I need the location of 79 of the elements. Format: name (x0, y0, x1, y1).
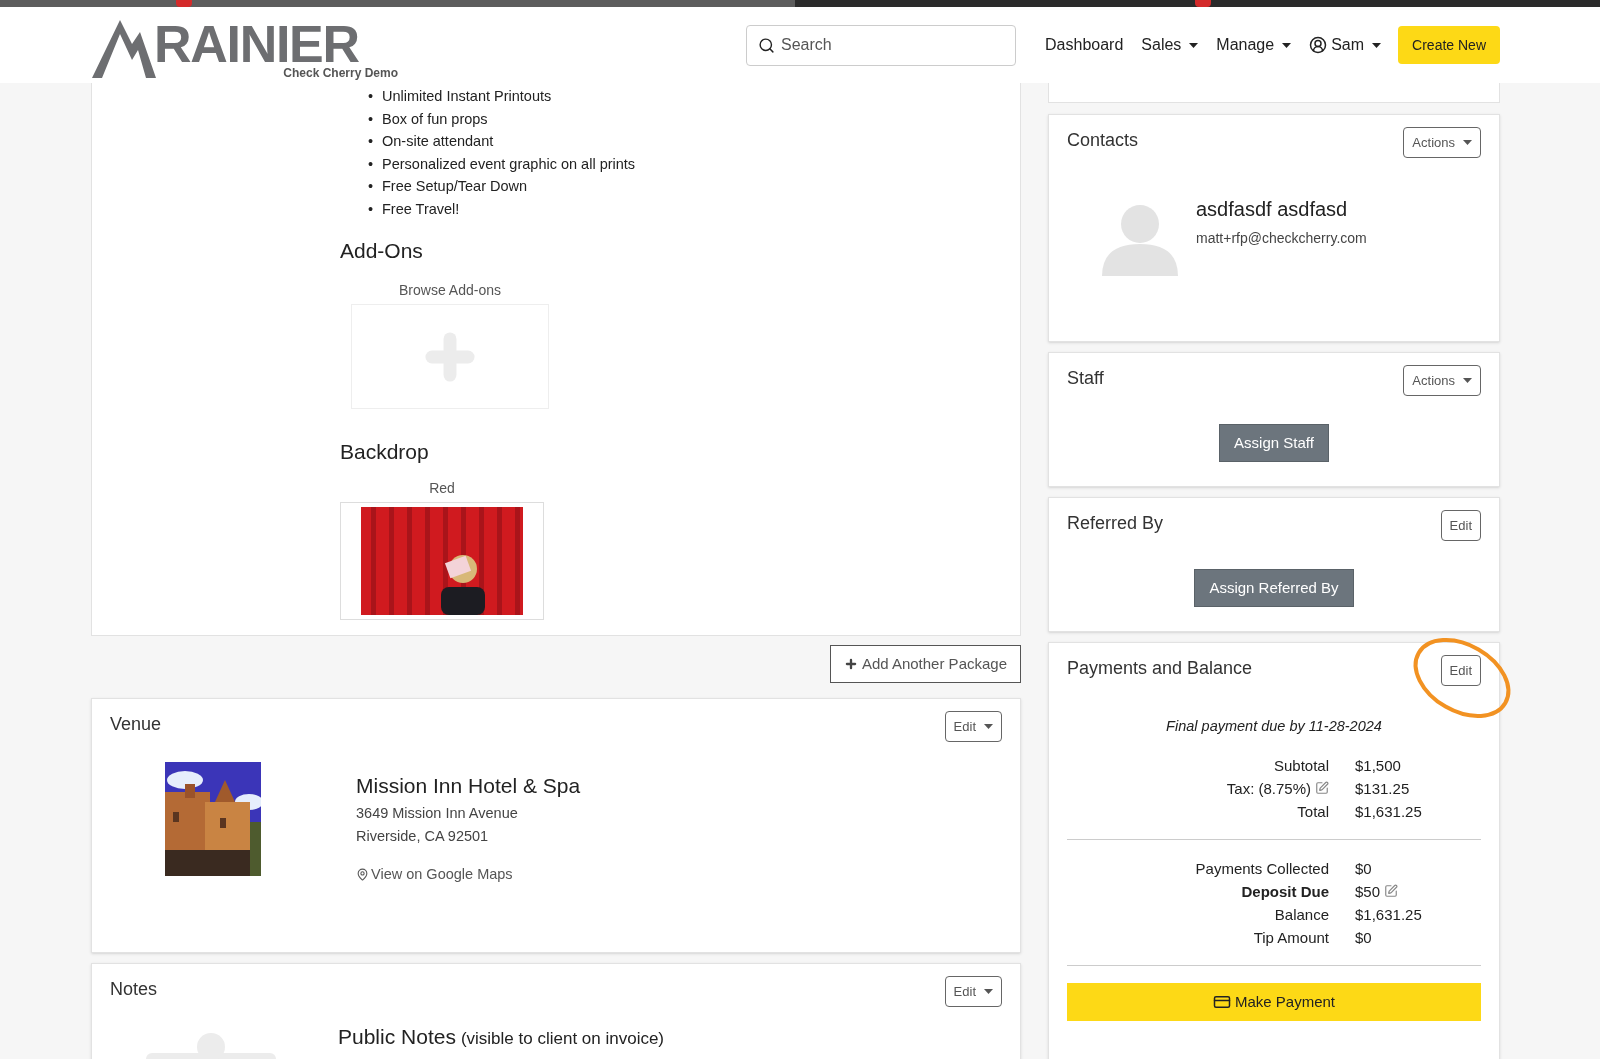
logo-subtitle: Check Cherry Demo (283, 65, 398, 82)
favicon-icon (176, 0, 192, 7)
backdrop-name: Red (429, 478, 455, 498)
section-heading: Backdrop (340, 439, 430, 466)
search-icon (758, 36, 776, 54)
feature-item: On-site attendant (382, 132, 494, 152)
amount-label: Tip Amount (1253, 927, 1329, 948)
list-bullet: • (368, 154, 375, 174)
user-menu[interactable]: Sam (1309, 33, 1382, 57)
assign-referred-by-button[interactable]: Assign Referred By (1194, 569, 1354, 607)
public-notes-hint: (visible to client on invoice) (460, 1029, 665, 1048)
caret-icon (1463, 378, 1472, 383)
venue-name: Mission Inn Hotel & Spa (356, 773, 581, 799)
caret-icon (984, 724, 993, 729)
amount-label: Total (1297, 801, 1329, 822)
venue-address: 3649 Mission Inn Avenue (356, 803, 519, 823)
caret-icon (1189, 42, 1199, 48)
edit-icon[interactable] (1384, 884, 1399, 899)
add-package-button[interactable]: Add Another Package (829, 645, 1021, 683)
caret-icon (1463, 140, 1472, 145)
caret-icon (1282, 42, 1292, 48)
venue-address: Riverside, CA 92501 (356, 826, 490, 846)
assign-staff-button[interactable]: Assign Staff (1219, 424, 1329, 462)
plus-icon (843, 657, 858, 671)
list-bullet: • (368, 177, 375, 197)
contact-name: asdfasdf asdfasd (1196, 197, 1349, 222)
edit-button[interactable]: Edit (1440, 655, 1481, 686)
backdrop-thumbnail[interactable] (340, 501, 544, 620)
amount-value: $50 (1355, 881, 1381, 902)
map-link[interactable]: View on Google Maps (356, 863, 581, 886)
amount-value: $0 (1355, 927, 1372, 948)
list-bullet: • (368, 199, 375, 219)
avatar-icon (1102, 204, 1178, 276)
user-icon (1309, 36, 1328, 54)
browse-addons-label: Browse Add-ons (399, 281, 501, 301)
feature-item: Box of fun props (382, 109, 488, 129)
edit-button[interactable]: Edit (1440, 510, 1481, 541)
due-note: Final payment due by 11-28-2024 (1165, 717, 1383, 736)
amount-value: $1,500 (1355, 755, 1401, 776)
feature-item: Free Setup/Tear Down (382, 177, 528, 197)
card-title: Contacts (1067, 129, 1139, 152)
search-field[interactable]: Search (746, 24, 1017, 66)
contact-email: matt+rfp@checkcherry.com (1196, 229, 1367, 248)
feature-item: Free Travel! (382, 199, 460, 219)
amount-value: $131.25 (1355, 778, 1410, 799)
make-payment-button[interactable]: Make Payment (1067, 982, 1481, 1021)
amount-label: Tax: (8.75%) (1226, 778, 1311, 799)
amount-value: $0 (1355, 858, 1372, 879)
edit-button[interactable]: Edit (944, 976, 1002, 1007)
amount-value: $1,631.25 (1355, 801, 1422, 822)
amount-value: $1,631.25 (1355, 904, 1422, 925)
list-bullet: • (368, 132, 375, 152)
feature-item: Unlimited Instant Printouts (382, 87, 552, 106)
card-title: Payments and Balance (1067, 657, 1253, 680)
amount-label: Subtotal (1273, 755, 1329, 776)
card-title: Referred By (1067, 512, 1164, 535)
amount-label: Balance (1274, 904, 1329, 925)
card-title: Staff (1067, 367, 1104, 390)
caret-icon (1372, 42, 1382, 48)
map-pin-icon (356, 867, 369, 881)
amount-label: Payments Collected (1195, 858, 1329, 879)
actions-button[interactable]: Actions (1403, 127, 1481, 158)
favicon-icon (1195, 0, 1211, 7)
card-title: Venue (110, 713, 162, 736)
list-bullet: • (368, 87, 375, 106)
edit-icon[interactable] (1315, 781, 1329, 796)
public-notes-heading: Public Notes (338, 1025, 456, 1048)
amount-label: Deposit Due (1241, 881, 1329, 902)
edit-button[interactable]: Edit (944, 711, 1002, 742)
nav-link[interactable]: Sales (1141, 33, 1199, 57)
feature-item: Personalized event graphic on all prints (382, 154, 636, 174)
actions-button[interactable]: Actions (1403, 365, 1481, 396)
nav-link[interactable]: Manage (1216, 33, 1292, 57)
caret-icon (984, 989, 993, 994)
card-title: Notes (110, 978, 158, 1001)
list-bullet: • (368, 109, 375, 129)
nav-link[interactable]: Dashboard (1045, 33, 1124, 57)
section-heading: Add-Ons (340, 237, 424, 264)
create-new-button[interactable]: Create New (1398, 26, 1500, 64)
